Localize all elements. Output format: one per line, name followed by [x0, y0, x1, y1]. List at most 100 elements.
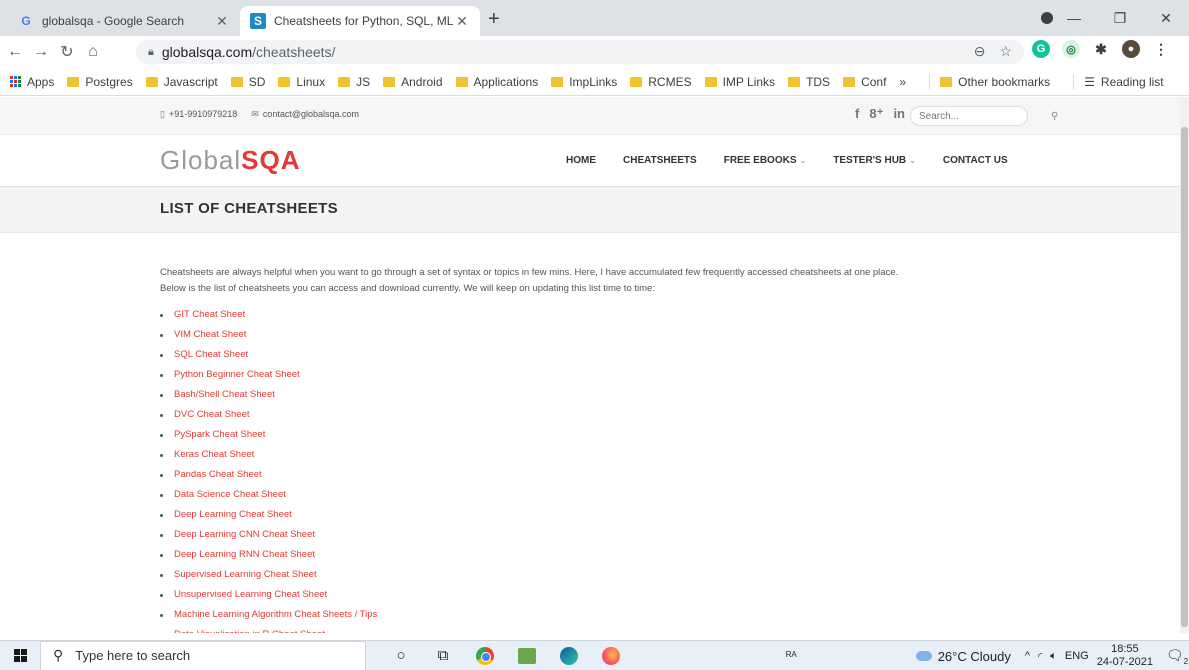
puzzle-icon[interactable]: ✱ — [1092, 40, 1110, 58]
tab-cheatsheets[interactable]: S Cheatsheets for Python, SQL, ML ✕ — [240, 6, 480, 36]
bookmark-label: IMP Links — [722, 74, 776, 89]
back-icon[interactable]: ← — [4, 43, 26, 61]
bookmark-folder[interactable]: Conf — [843, 75, 886, 89]
email[interactable]: ✉ contact@globalsqa.com — [251, 109, 359, 120]
cheatsheet-link[interactable]: SQL Cheat Sheet — [174, 345, 248, 365]
bookmark-folder[interactable]: IMP Links — [704, 74, 776, 89]
bookmark-folder[interactable]: Android — [383, 75, 443, 89]
facebook-icon[interactable]: f — [855, 106, 859, 122]
bookmark-folder[interactable]: JS — [338, 75, 370, 89]
cheatsheet-link[interactable]: Deep Learning Cheat Sheet — [174, 505, 292, 525]
nav-contact-us[interactable]: CONTACT US — [943, 155, 1008, 166]
notepad-icon — [518, 647, 536, 664]
grammarly-icon[interactable]: G — [1032, 40, 1050, 58]
start-button[interactable] — [0, 649, 40, 662]
taskbar-search-placeholder: Type here to search — [75, 648, 191, 663]
googleplus-icon[interactable]: 8⁺ — [869, 106, 883, 122]
edge-app[interactable] — [558, 645, 580, 667]
pinned-apps: ○ ⧉ — [390, 645, 622, 667]
bookmark-folder[interactable]: Linux — [278, 75, 325, 89]
new-tab-button[interactable]: + — [488, 8, 500, 31]
cheatsheet-link[interactable]: DVC Cheat Sheet — [174, 405, 250, 425]
nav-cheatsheets[interactable]: CHEATSHEETS — [623, 155, 697, 166]
reading-list[interactable]: ☰ Reading list — [1084, 75, 1163, 89]
tab-google-search[interactable]: G globalsqa - Google Search ✕ — [8, 6, 240, 36]
cheatsheet-link[interactable]: PySpark Cheat Sheet — [174, 425, 265, 445]
bookmark-apps[interactable]: Apps — [10, 75, 54, 89]
nav-free-ebooks[interactable]: FREE EBOOKS ⌄ — [724, 155, 807, 166]
avatar[interactable]: ● — [1122, 40, 1140, 58]
notepad-app[interactable] — [516, 645, 538, 667]
search-input[interactable] — [919, 110, 1051, 122]
close-window-icon[interactable]: ✕ — [1143, 10, 1189, 27]
taskbar-search[interactable]: ⚲ Type here to search — [40, 640, 366, 670]
list-item: PySpark Cheat Sheet — [160, 425, 1020, 445]
edge-icon — [560, 646, 578, 665]
firefox-app[interactable] — [600, 645, 622, 667]
nav-home[interactable]: HOME — [566, 155, 596, 166]
chevron-up-icon[interactable]: ^ — [1025, 650, 1030, 663]
close-icon[interactable]: ✕ — [214, 13, 230, 30]
bookmarks-overflow[interactable]: » — [899, 75, 906, 89]
people-icon[interactable]: ᴿᴬ — [786, 649, 797, 663]
language-indicator[interactable]: ENG — [1065, 650, 1089, 663]
wifi-icon[interactable]: ◜ — [1038, 650, 1042, 663]
cheatsheet-link[interactable]: Unsupervised Learning Cheat Sheet — [174, 585, 327, 605]
cheatsheet-link[interactable]: Machine Learning Algorithm Cheat Sheets … — [174, 605, 377, 625]
search-icon[interactable]: ⚲ — [1051, 111, 1058, 122]
cheatsheet-link[interactable]: Data Visualization in R Cheat Sheet — [174, 625, 325, 633]
cortana-icon[interactable]: ○ — [390, 645, 412, 667]
bookmark-folder[interactable]: ImpLinks — [551, 75, 617, 89]
logo-accent: SQA — [241, 145, 301, 175]
home-icon[interactable]: ⌂ — [82, 43, 104, 61]
bookmark-folder[interactable]: Applications — [455, 75, 538, 89]
weather-widget[interactable]: 26°C Cloudy — [915, 649, 1011, 664]
cheatsheet-link[interactable]: Keras Cheat Sheet — [174, 445, 254, 465]
bookmark-folder[interactable]: TDS — [788, 75, 830, 89]
site-logo[interactable]: GlobalSQA — [160, 145, 301, 176]
list-item: Bash/Shell Cheat Sheet — [160, 385, 1020, 405]
chrome-app[interactable] — [474, 645, 496, 667]
restore-icon[interactable]: ❐ — [1097, 10, 1143, 27]
cheatsheet-link[interactable]: Supervised Learning Cheat Sheet — [174, 565, 317, 585]
linkedin-icon[interactable]: in — [893, 106, 905, 122]
bookmark-star-icon[interactable]: ☆ — [999, 43, 1012, 60]
notification-icon[interactable]: 🗨︎2 — [1165, 647, 1189, 666]
other-bookmarks[interactable]: Other bookmarks — [940, 75, 1050, 89]
reload-icon[interactable]: ↻ — [56, 42, 78, 62]
menu-dots-icon[interactable]: ⋮ — [1152, 40, 1170, 58]
bookmark-folder[interactable]: RCMES — [630, 75, 692, 89]
cheatsheet-link[interactable]: Data Science Cheat Sheet — [174, 485, 286, 505]
clock[interactable]: 18:55 24-07-2021 — [1097, 643, 1153, 669]
volume-icon[interactable]: 🔈︎ — [1050, 650, 1057, 663]
address-bar[interactable]: 🔒︎ globalsqa.com/cheatsheets/ ⊖ ☆ — [136, 40, 1024, 64]
cheatsheet-link[interactable]: GIT Cheat Sheet — [174, 305, 245, 325]
cheatsheet-link[interactable]: VIM Cheat Sheet — [174, 325, 246, 345]
close-icon[interactable]: ✕ — [454, 13, 470, 30]
zoom-icon[interactable]: ⊖ — [974, 43, 986, 60]
google-icon: G — [21, 14, 31, 28]
scrollbar-thumb[interactable] — [1181, 127, 1188, 627]
cheatsheet-link[interactable]: Python Beginner Cheat Sheet — [174, 365, 300, 385]
minimize-icon[interactable]: — — [1051, 10, 1097, 26]
extension-icon[interactable]: ◎ — [1062, 40, 1080, 58]
cheatsheet-link[interactable]: Deep Learning CNN Cheat Sheet — [174, 525, 315, 545]
forward-icon[interactable]: → — [30, 43, 52, 61]
bullet — [160, 513, 163, 517]
nav-testers-hub[interactable]: TESTER'S HUB ⌄ — [833, 155, 916, 166]
bullet — [160, 473, 163, 477]
bookmark-folder[interactable]: Postgres — [67, 75, 133, 89]
bookmark-folder[interactable]: Javascript — [145, 75, 218, 89]
phone-number: +91-9910979218 — [168, 109, 238, 119]
bullet — [160, 493, 163, 497]
cheatsheet-link[interactable]: Bash/Shell Cheat Sheet — [174, 385, 275, 405]
lock-icon[interactable]: 🔒︎ — [148, 46, 154, 59]
page-scrollbar[interactable] — [1180, 97, 1189, 633]
cloud-icon — [915, 651, 932, 661]
cheatsheet-link[interactable]: Deep Learning RNN Cheat Sheet — [174, 545, 315, 565]
cheatsheet-link[interactable]: Pandas Cheat Sheet — [174, 465, 262, 485]
list-item: Keras Cheat Sheet — [160, 445, 1020, 465]
task-view-icon[interactable]: ⧉ — [432, 645, 454, 667]
logo-text: Global — [160, 145, 242, 175]
bookmark-folder[interactable]: SD — [230, 75, 265, 89]
